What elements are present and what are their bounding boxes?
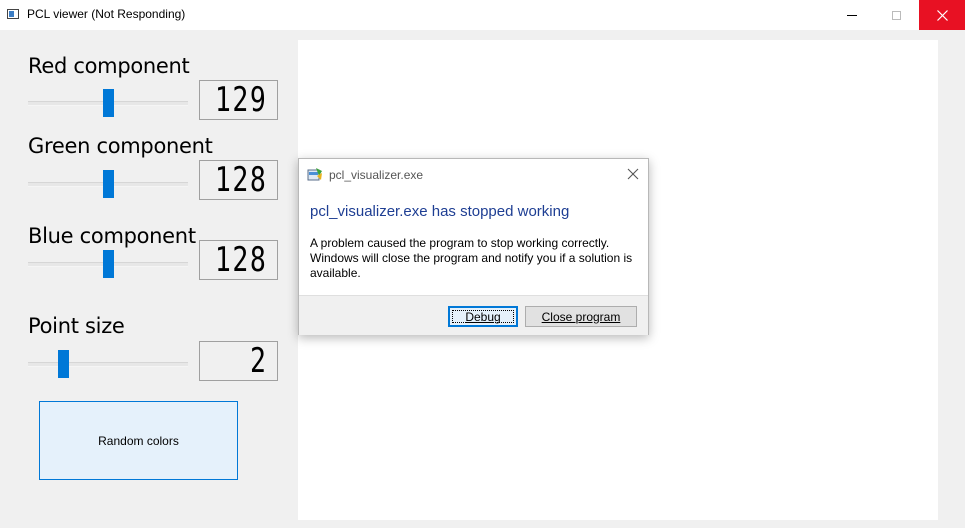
title-bar: PCL viewer (Not Responding) <box>0 0 965 30</box>
blue-component-display: 128 <box>199 240 278 280</box>
blue-component-slider[interactable] <box>28 250 188 278</box>
maximize-button[interactable] <box>873 0 919 30</box>
red-component-label: Red component <box>28 54 190 78</box>
error-dialog: pcl_visualizer.exe pcl_visualizer.exe ha… <box>298 158 649 335</box>
window-title: PCL viewer (Not Responding) <box>27 7 186 21</box>
slider-thumb[interactable] <box>58 350 70 378</box>
close-program-button[interactable]: Close program <box>525 306 637 327</box>
maximize-icon <box>891 10 901 20</box>
red-component-slider[interactable] <box>28 89 188 117</box>
dialog-heading: pcl_visualizer.exe has stopped working <box>310 203 570 220</box>
dialog-title: pcl_visualizer.exe <box>329 168 424 182</box>
point-size-label: Point size <box>28 314 125 338</box>
slider-thumb[interactable] <box>103 250 114 278</box>
close-icon[interactable] <box>626 167 640 181</box>
slider-thumb[interactable] <box>103 170 114 198</box>
close-icon <box>936 9 948 21</box>
blue-component-value: 128 <box>214 240 267 280</box>
red-component-display: 129 <box>199 80 278 120</box>
debug-button[interactable]: Debug <box>448 306 518 327</box>
red-component-value: 129 <box>214 80 267 120</box>
minimize-button[interactable] <box>829 0 875 30</box>
random-colors-button[interactable]: Random colors <box>39 401 238 480</box>
point-size-display: 2 <box>199 341 278 381</box>
app-icon <box>7 9 19 19</box>
blue-component-label: Blue component <box>28 224 196 248</box>
point-size-value: 2 <box>249 341 267 381</box>
window-edge <box>938 40 964 520</box>
green-component-value: 128 <box>214 160 267 200</box>
green-component-slider[interactable] <box>28 170 188 198</box>
dialog-message: A problem caused the program to stop wor… <box>310 236 633 280</box>
slider-track <box>28 362 188 367</box>
close-window-button[interactable] <box>919 0 965 30</box>
green-component-label: Green component <box>28 134 213 158</box>
minimize-icon <box>847 14 857 16</box>
point-size-slider[interactable] <box>28 350 188 378</box>
green-component-display: 128 <box>199 160 278 200</box>
application-icon <box>307 168 322 181</box>
dialog-footer: Debug Close program <box>299 295 648 335</box>
slider-thumb[interactable] <box>103 89 114 117</box>
